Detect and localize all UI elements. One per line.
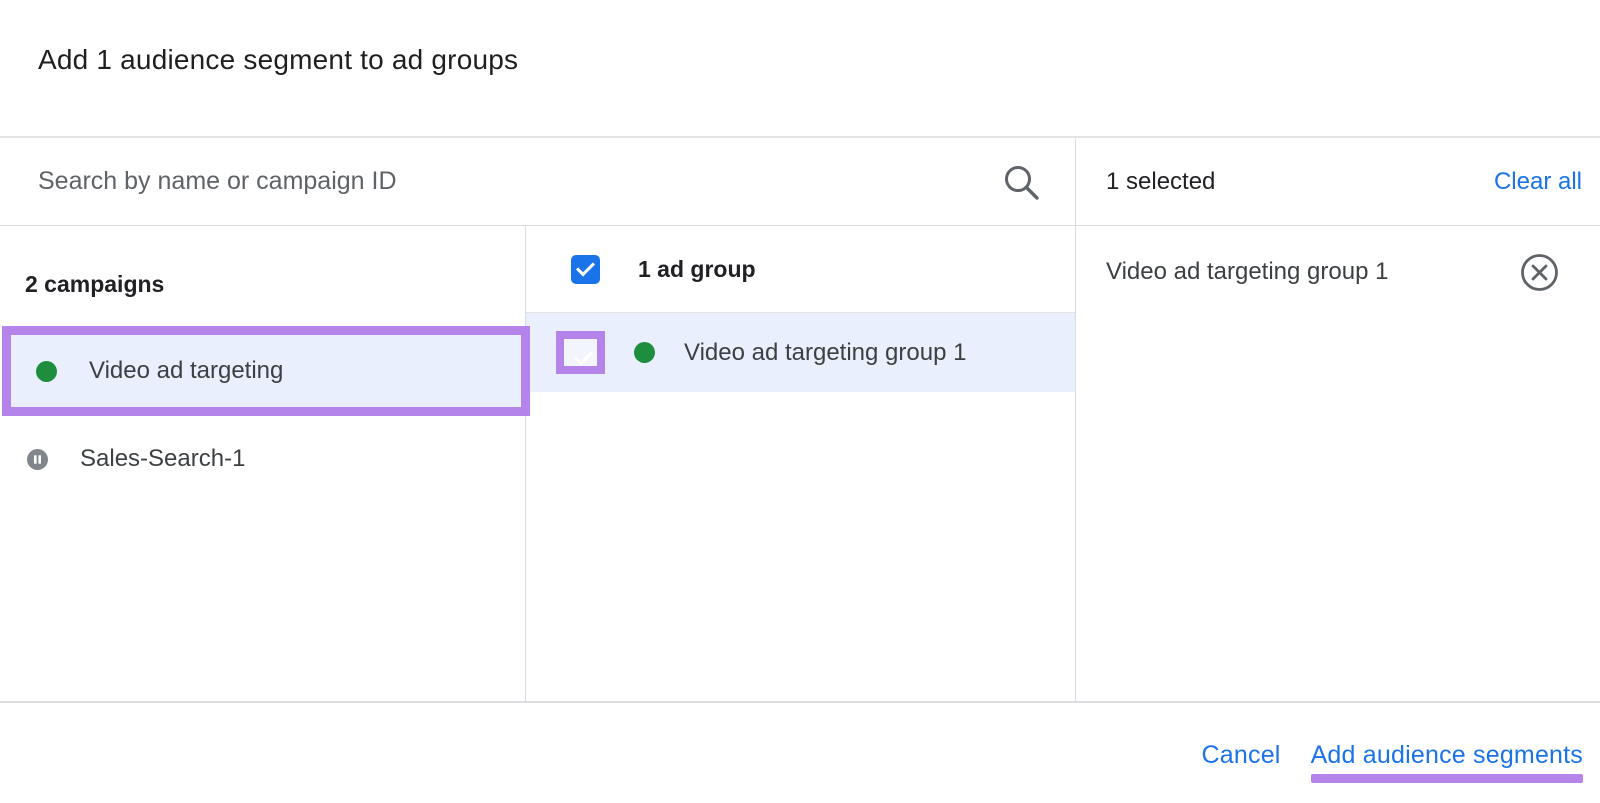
campaigns-count-header: 2 campaigns xyxy=(0,226,525,326)
selection-summary-pane: 1 selected Clear all Video ad targeting … xyxy=(1076,138,1600,701)
selected-item-row: Video ad targeting group 1 xyxy=(1076,226,1600,318)
campaign-name: Sales-Search-1 xyxy=(80,445,245,473)
ad-groups-header-row: 1 ad group xyxy=(526,226,1075,313)
dialog-title: Add 1 audience segment to ad groups xyxy=(38,44,1600,76)
dialog-header: Add 1 audience segment to ad groups xyxy=(0,0,1600,138)
status-enabled-icon xyxy=(634,342,655,363)
columns-container: 2 campaigns Video ad targeting Sales-Sea… xyxy=(0,226,1075,701)
annotation-underline-purple xyxy=(1311,774,1583,783)
search-icon[interactable] xyxy=(1001,162,1041,202)
submit-wrap: Add audience segments xyxy=(1311,741,1583,770)
clear-all-link[interactable]: Clear all xyxy=(1494,168,1582,196)
ad-group-row-video-ad-targeting-group-1[interactable]: Video ad targeting group 1 xyxy=(526,313,1075,392)
cancel-button[interactable]: Cancel xyxy=(1202,741,1281,770)
ad-groups-column: 1 ad group Video ad targeting group 1 xyxy=(526,226,1075,701)
search-bar xyxy=(0,138,1075,226)
campaign-row-sales-search-1[interactable]: Sales-Search-1 xyxy=(0,416,525,502)
search-input[interactable] xyxy=(38,167,1001,196)
add-audience-segments-button[interactable]: Add audience segments xyxy=(1311,741,1583,770)
remove-selected-icon[interactable] xyxy=(1519,252,1560,293)
picker-left-pane: 2 campaigns Video ad targeting Sales-Sea… xyxy=(0,138,1076,701)
ad-group-name: Video ad targeting group 1 xyxy=(684,339,966,367)
selected-item-name: Video ad targeting group 1 xyxy=(1106,258,1388,286)
picker-panel: 2 campaigns Video ad targeting Sales-Sea… xyxy=(0,138,1600,703)
annotation-box-purple xyxy=(556,331,605,374)
campaign-name: Video ad targeting xyxy=(89,357,283,385)
ad-groups-count-header: 1 ad group xyxy=(638,256,756,283)
dialog-footer: Cancel Add audience segments xyxy=(0,703,1600,801)
campaigns-column: 2 campaigns Video ad targeting Sales-Sea… xyxy=(0,226,526,701)
selection-summary-header: 1 selected Clear all xyxy=(1076,138,1600,226)
ad-group-checkbox[interactable] xyxy=(569,351,592,361)
status-enabled-icon xyxy=(36,361,57,382)
select-all-ad-groups-checkbox[interactable] xyxy=(571,255,600,284)
campaign-row-video-ad-targeting[interactable]: Video ad targeting xyxy=(2,326,530,416)
selected-count-label: 1 selected xyxy=(1106,168,1215,196)
status-paused-icon xyxy=(27,449,48,470)
